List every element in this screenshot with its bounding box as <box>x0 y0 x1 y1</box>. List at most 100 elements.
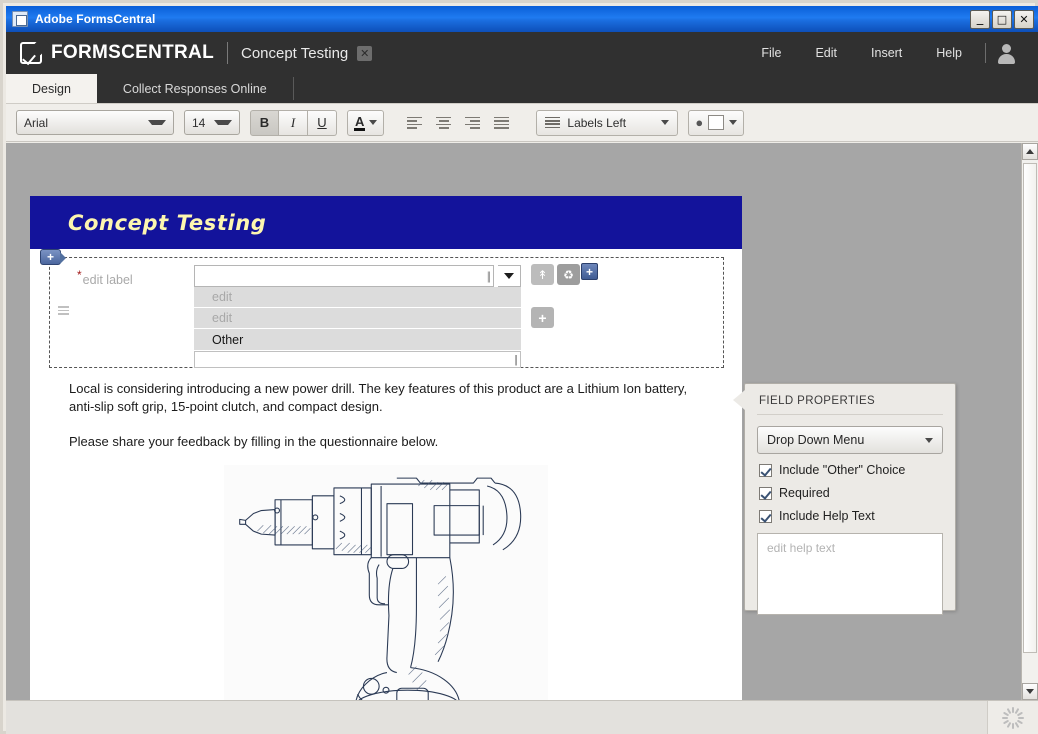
form-header-banner[interactable]: Concept Testing <box>30 196 742 249</box>
caret-up-icon <box>1026 149 1034 154</box>
dropdown-toggle-button[interactable] <box>498 265 521 287</box>
dropdown-option-list: edit edit Other <box>194 287 521 351</box>
field-drag-handle[interactable] <box>58 306 69 316</box>
new-option-input[interactable]: || <box>194 351 521 368</box>
checkbox-required[interactable] <box>759 486 772 500</box>
menu-insert[interactable]: Insert <box>854 42 919 64</box>
document-icon <box>12 11 28 27</box>
dropdown-option[interactable]: edit <box>194 287 521 308</box>
chevron-down-icon <box>504 273 514 279</box>
status-spinner-cell <box>987 701 1038 734</box>
formatting-toolbar: Arial 14 B I U A Labels Left ● <box>6 104 1038 142</box>
bold-label: B <box>259 115 270 130</box>
field-type-select[interactable]: Drop Down Menu <box>757 426 943 454</box>
scrollbar-thumb[interactable] <box>1023 163 1037 653</box>
form-field-dropdown[interactable]: + *edit label || || edit <box>40 249 724 368</box>
form-body: + *edit label || || edit <box>30 249 742 700</box>
italic-button[interactable]: I <box>279 109 308 136</box>
form-header-title: Concept Testing <box>68 210 267 235</box>
align-justify-icon[interactable] <box>487 109 517 136</box>
bold-button[interactable]: B <box>250 109 279 136</box>
field-properties-title: FIELD PROPERTIES <box>757 384 943 415</box>
close-document-icon[interactable]: ✕ <box>357 45 373 61</box>
labels-left-icon <box>545 116 561 129</box>
window-controls: _ □ ✕ <box>970 9 1036 29</box>
scroll-down-button[interactable] <box>1022 683 1038 700</box>
dropdown-display-input[interactable]: || <box>194 265 494 287</box>
chevron-down-icon <box>729 120 738 125</box>
trash-icon: ♻ <box>563 267 574 282</box>
underline-label: U <box>317 115 327 130</box>
delete-field-button[interactable]: ♻ <box>557 264 580 285</box>
dropdown-resize-grip[interactable]: || <box>487 269 493 283</box>
power-drill-image[interactable] <box>224 465 548 700</box>
fill-color-swatch <box>708 115 725 130</box>
add-field-tag-icon[interactable]: + <box>40 249 66 265</box>
scroll-up-button[interactable] <box>1022 143 1038 160</box>
menu-help[interactable]: Help <box>919 42 979 64</box>
field-label-text: edit label <box>82 273 133 288</box>
form-paragraph-1[interactable]: Local is considering introducing a new p… <box>69 380 699 416</box>
canvas-vertical-scrollbar[interactable] <box>1021 143 1038 700</box>
help-text-input[interactable]: edit help text <box>757 533 943 615</box>
checkbox-include-other[interactable] <box>759 463 772 477</box>
menu-bar: File Edit Insert Help <box>744 42 1024 64</box>
alignment-group <box>400 109 517 136</box>
fill-color-button[interactable]: ● <box>688 109 745 136</box>
menu-file[interactable]: File <box>744 42 798 64</box>
tab-bar: Design Collect Responses Online <box>6 74 1038 104</box>
brand-bar: FORMSCENTRAL Concept Testing ✕ File Edit… <box>6 32 1038 74</box>
application-window: Adobe FormsCentral _ □ ✕ FORMSCENTRAL Co… <box>0 0 1038 734</box>
chevron-down-icon <box>925 437 933 443</box>
maximize-button[interactable]: □ <box>992 9 1012 29</box>
window-title: Adobe FormsCentral <box>35 12 156 26</box>
move-field-up-button[interactable]: ↟ <box>531 264 554 285</box>
tab-collect-responses-online[interactable]: Collect Responses Online <box>97 74 293 103</box>
font-size-value: 14 <box>192 115 206 130</box>
checkbox-row-include-other[interactable]: Include "Other" Choice <box>759 463 955 477</box>
status-bar <box>6 700 1038 734</box>
text-color-button[interactable]: A <box>347 109 385 136</box>
dropdown-option[interactable]: Other <box>194 329 521 351</box>
required-marker: * <box>77 268 82 282</box>
checkbox-row-include-help-text[interactable]: Include Help Text <box>759 509 955 523</box>
underline-button[interactable]: U <box>308 109 337 136</box>
chevron-down-icon <box>214 120 232 125</box>
move-to-top-icon: ↟ <box>537 267 548 282</box>
add-option-button[interactable]: + <box>531 307 554 328</box>
option-resize-grip[interactable]: || <box>514 354 520 366</box>
text-style-group: B I U <box>250 109 337 136</box>
font-family-select[interactable]: Arial <box>16 110 174 135</box>
align-right-icon[interactable] <box>458 109 488 136</box>
caret-down-icon <box>1026 689 1034 694</box>
add-field-button[interactable]: + <box>581 263 598 280</box>
field-type-value: Drop Down Menu <box>767 433 865 447</box>
italic-label: I <box>290 114 296 130</box>
user-avatar-icon[interactable] <box>997 43 1016 64</box>
labels-position-select[interactable]: Labels Left <box>536 109 679 136</box>
brand-divider <box>226 42 228 64</box>
menu-edit[interactable]: Edit <box>798 42 854 64</box>
checkbox-label: Required <box>779 486 830 500</box>
align-center-icon[interactable] <box>429 109 459 136</box>
app-root: FORMSCENTRAL Concept Testing ✕ File Edit… <box>6 32 1038 734</box>
close-button[interactable]: ✕ <box>1014 9 1034 29</box>
loading-spinner-icon <box>1001 706 1025 730</box>
font-size-select[interactable]: 14 <box>184 110 240 135</box>
field-label[interactable]: *edit label <box>77 268 133 287</box>
menu-divider <box>985 43 986 63</box>
text-color-icon: A <box>354 113 366 131</box>
align-left-icon[interactable] <box>400 109 430 136</box>
formscentral-logo-icon <box>20 42 42 64</box>
form-paragraph-2[interactable]: Please share your feedback by filling in… <box>69 433 699 451</box>
document-title: Concept Testing <box>240 44 349 62</box>
dropdown-option[interactable]: edit <box>194 308 521 329</box>
checkbox-include-help-text[interactable] <box>759 509 772 523</box>
tab-design[interactable]: Design <box>6 74 97 103</box>
field-properties-panel: FIELD PROPERTIES Drop Down Menu Include … <box>733 383 956 615</box>
checkbox-row-required[interactable]: Required <box>759 486 955 500</box>
chevron-down-icon <box>661 120 670 125</box>
chevron-down-icon <box>369 120 378 125</box>
chevron-down-icon <box>148 120 166 125</box>
minimize-button[interactable]: _ <box>970 9 990 29</box>
